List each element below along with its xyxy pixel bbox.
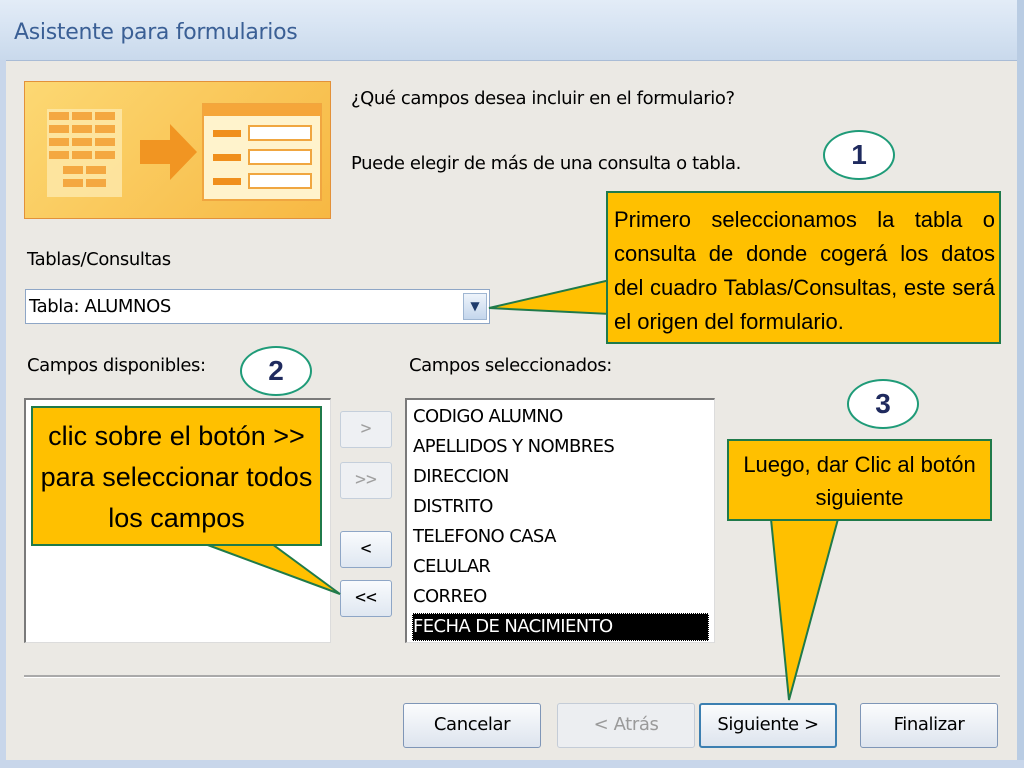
step-3-badge: 3 xyxy=(847,379,919,429)
step-1-badge: 1 xyxy=(823,130,895,180)
callout-step-2: clic sobre el botón >> para seleccionar … xyxy=(31,406,322,546)
callout-3-pointer xyxy=(769,518,840,701)
callout-2-pointer xyxy=(204,543,341,595)
callout-1-pointer xyxy=(488,278,611,316)
callout-step-1: Primero seleccionamos la tabla o consult… xyxy=(606,191,1001,344)
callout-step-3: Luego, dar Clic al botón siguiente xyxy=(727,439,992,521)
step-2-badge: 2 xyxy=(240,346,312,396)
